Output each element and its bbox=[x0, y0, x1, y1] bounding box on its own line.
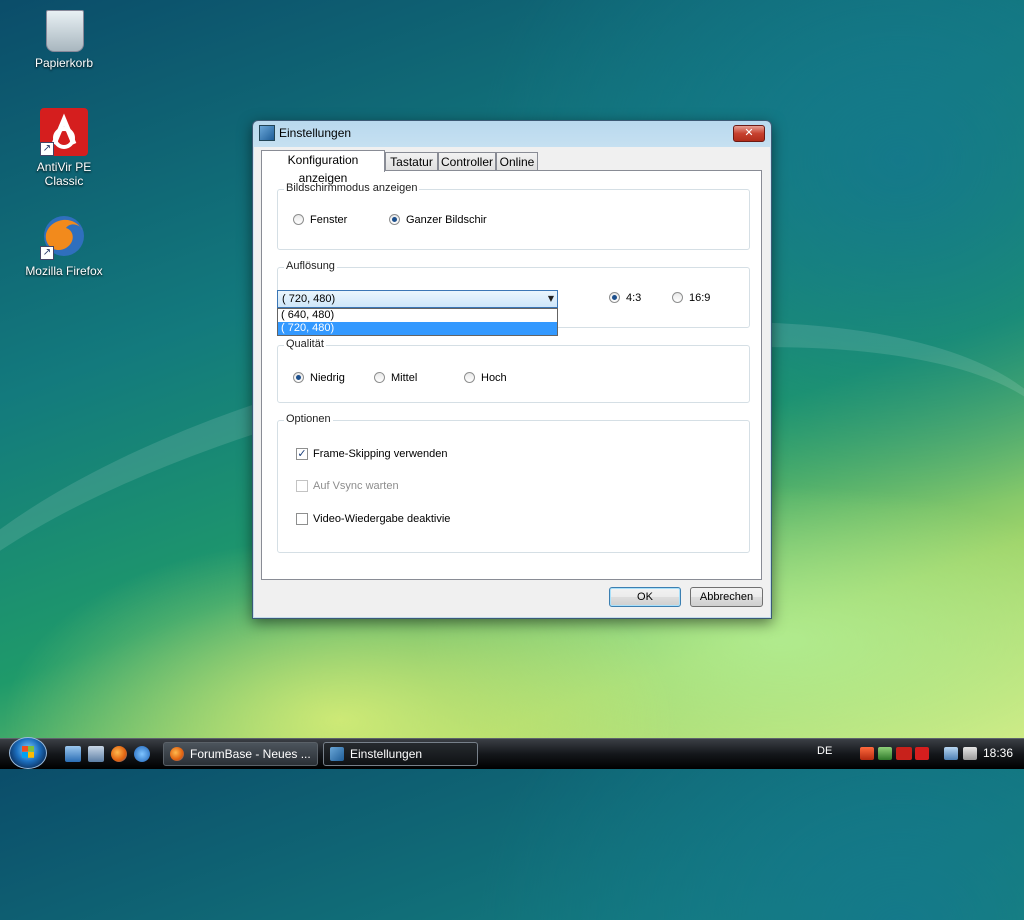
radio-ganzer-bildschirm[interactable]: Ganzer Bildschir bbox=[389, 214, 487, 227]
radio-fenster[interactable]: Fenster bbox=[293, 214, 347, 227]
ok-button[interactable]: OK bbox=[609, 587, 681, 607]
firefox-quicklaunch-icon[interactable] bbox=[111, 746, 127, 762]
radio-mittel[interactable]: Mittel bbox=[374, 372, 417, 385]
taskbar-button-forumbase[interactable]: ForumBase - Neues ... bbox=[163, 742, 318, 766]
language-indicator[interactable]: DE bbox=[817, 745, 832, 757]
dialog-title: Einstellungen bbox=[279, 126, 352, 140]
ati-icon[interactable] bbox=[896, 747, 912, 760]
cancel-button[interactable]: Abbrechen bbox=[690, 587, 763, 607]
checkbox-label: Auf Vsync warten bbox=[313, 480, 399, 492]
firefox-icon bbox=[170, 747, 184, 761]
dialog-client: Konfiguration anzeigen Tastatur Controll… bbox=[254, 147, 770, 617]
task-label: Einstellungen bbox=[350, 747, 423, 761]
internet-explorer-icon[interactable] bbox=[134, 746, 150, 762]
app-icon bbox=[330, 747, 344, 761]
radio-label: 16:9 bbox=[689, 292, 711, 304]
radio-indicator bbox=[293, 372, 304, 383]
radio-aspect-4-3[interactable]: 4:3 bbox=[609, 292, 641, 305]
checkbox-label: Frame-Skipping verwenden bbox=[313, 448, 448, 460]
resolution-select[interactable]: ( 720, 480) ▼ bbox=[277, 290, 558, 308]
radio-label: Hoch bbox=[481, 372, 507, 384]
checkbox-vsync: Auf Vsync warten bbox=[296, 480, 399, 493]
antivir-tray-icon[interactable] bbox=[915, 747, 929, 760]
desktop-icon-label: AntiVir PE Classic bbox=[36, 160, 92, 188]
taskbar: ForumBase - Neues ... Einstellungen DE 1… bbox=[0, 737, 1024, 769]
radio-label: 4:3 bbox=[626, 292, 642, 304]
radio-indicator bbox=[609, 292, 620, 303]
radio-indicator bbox=[672, 292, 683, 303]
settings-dialog: Einstellungen ✕ Konfiguration anzeigen T… bbox=[252, 120, 772, 619]
show-desktop-icon[interactable] bbox=[65, 746, 81, 762]
group-quality: Qualität Niedrig Mittel Hoch bbox=[277, 338, 750, 403]
radio-indicator bbox=[293, 214, 304, 225]
volume-icon[interactable] bbox=[963, 747, 977, 760]
antivir-icon: ↗ bbox=[40, 108, 88, 156]
tab-tastatur[interactable]: Tastatur bbox=[385, 152, 438, 171]
speaker-alert-icon[interactable] bbox=[860, 747, 874, 760]
group-options: Optionen ✓ Frame-Skipping verwenden Auf … bbox=[277, 413, 750, 553]
group-label: Optionen bbox=[284, 413, 333, 425]
close-button[interactable]: ✕ bbox=[733, 125, 765, 142]
group-display-mode: Bildschirmmodus anzeigen Fenster Ganzer … bbox=[277, 182, 750, 250]
network-status-icon[interactable] bbox=[878, 747, 892, 760]
chevron-down-icon[interactable]: ▼ bbox=[548, 294, 554, 303]
start-button[interactable] bbox=[9, 737, 47, 769]
task-label: ForumBase - Neues ... bbox=[190, 747, 311, 761]
app-icon bbox=[259, 125, 275, 141]
desktop-icon-antivir[interactable]: ↗ AntiVir PE Classic bbox=[16, 108, 112, 188]
tab-controller[interactable]: Controller bbox=[438, 152, 496, 171]
desktop-icon-label: Papierkorb bbox=[34, 56, 94, 70]
switch-windows-icon[interactable] bbox=[88, 746, 104, 762]
tab-konfiguration[interactable]: Konfiguration anzeigen bbox=[261, 150, 385, 185]
tab-online[interactable]: Online bbox=[496, 152, 538, 171]
radio-indicator bbox=[374, 372, 385, 383]
radio-indicator bbox=[389, 214, 400, 225]
network-icon[interactable] bbox=[944, 747, 958, 760]
group-label: Qualität bbox=[284, 338, 326, 350]
taskbar-button-einstellungen[interactable]: Einstellungen bbox=[323, 742, 478, 766]
dropdown-option-720x480[interactable]: ( 720, 480) bbox=[278, 322, 557, 335]
checkbox-label: Video-Wiedergabe deaktivie bbox=[313, 513, 451, 525]
group-label: Auflösung bbox=[284, 260, 337, 272]
radio-niedrig[interactable]: Niedrig bbox=[293, 372, 345, 385]
resolution-dropdown-list: ( 640, 480) ( 720, 480) bbox=[277, 308, 558, 336]
checkbox-indicator bbox=[296, 480, 308, 492]
clock[interactable]: 18:36 bbox=[983, 746, 1013, 760]
recycle-bin-icon bbox=[40, 4, 88, 52]
dialog-titlebar[interactable]: Einstellungen ✕ bbox=[253, 121, 771, 145]
checkbox-frame-skipping[interactable]: ✓ Frame-Skipping verwenden bbox=[296, 448, 448, 461]
desktop-icon-recycle-bin[interactable]: Papierkorb bbox=[16, 4, 112, 70]
resolution-select-value: ( 720, 480) bbox=[282, 293, 336, 305]
radio-label: Niedrig bbox=[310, 372, 345, 384]
radio-label: Fenster bbox=[310, 214, 348, 226]
radio-indicator bbox=[464, 372, 475, 383]
windows-logo-icon bbox=[22, 746, 34, 758]
desktop-icon-label: Mozilla Firefox bbox=[25, 264, 103, 278]
checkbox-indicator: ✓ bbox=[296, 448, 308, 460]
radio-label: Mittel bbox=[391, 372, 418, 384]
firefox-icon: ↗ bbox=[40, 212, 88, 260]
checkbox-indicator bbox=[296, 513, 308, 525]
shortcut-arrow-icon: ↗ bbox=[40, 142, 54, 156]
dropdown-option-640x480[interactable]: ( 640, 480) bbox=[278, 309, 557, 322]
shortcut-arrow-icon: ↗ bbox=[40, 246, 54, 260]
tab-panel-konfiguration: Bildschirmmodus anzeigen Fenster Ganzer … bbox=[261, 170, 762, 580]
radio-aspect-16-9[interactable]: 16:9 bbox=[672, 292, 710, 305]
radio-label: Ganzer Bildschir bbox=[406, 214, 487, 226]
radio-hoch[interactable]: Hoch bbox=[464, 372, 507, 385]
desktop-icon-firefox[interactable]: ↗ Mozilla Firefox bbox=[16, 212, 112, 278]
checkbox-video-playback[interactable]: Video-Wiedergabe deaktivie bbox=[296, 513, 450, 526]
